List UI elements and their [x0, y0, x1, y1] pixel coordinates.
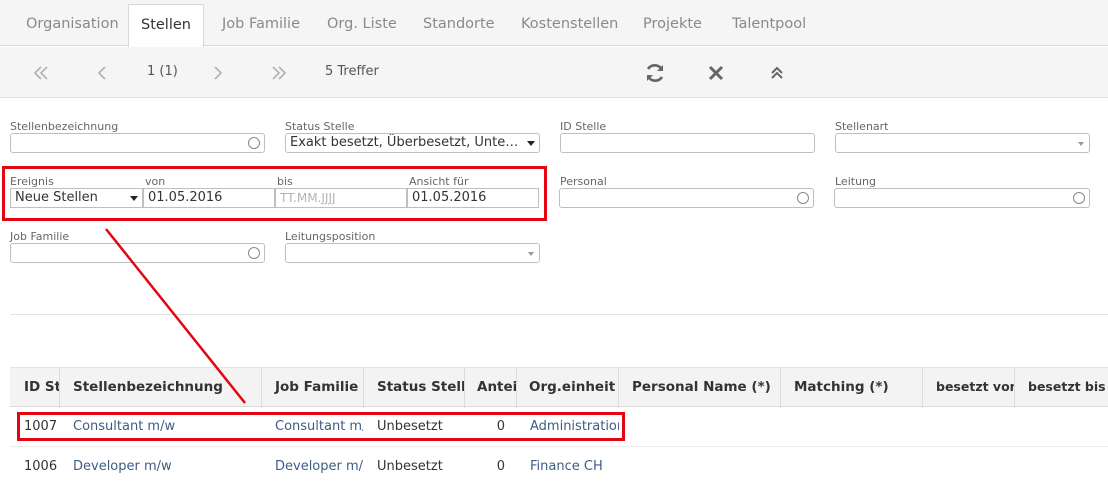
annotation-arrow [105, 228, 246, 404]
